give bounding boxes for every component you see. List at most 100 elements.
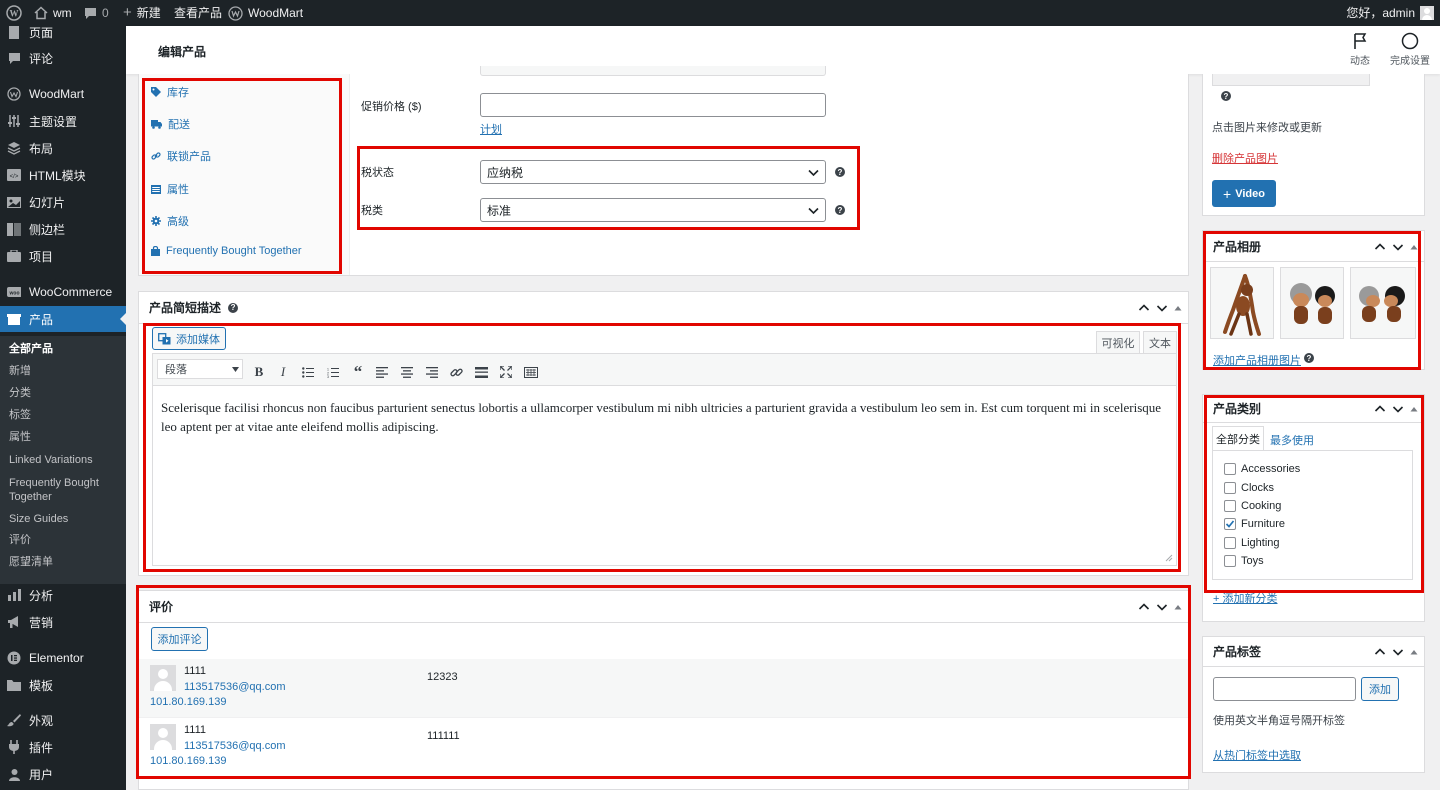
align-center-icon[interactable] — [399, 364, 415, 380]
tag-input[interactable] — [1213, 677, 1356, 701]
tab-advanced[interactable]: 高级 — [151, 213, 189, 229]
tax-status-help-icon[interactable]: ? — [835, 167, 845, 177]
collapse-toggle-icon[interactable] — [1174, 304, 1182, 312]
tab-inventory[interactable]: 库存 — [151, 84, 189, 100]
submenu-all-products[interactable]: 全部产品 — [9, 342, 121, 356]
remove-image-link[interactable]: 删除产品图片 — [1212, 150, 1278, 166]
submenu-reviews[interactable]: 评价 — [9, 533, 121, 547]
tab-attributes[interactable]: 属性 — [151, 181, 189, 197]
bold-icon[interactable]: B — [251, 364, 267, 380]
move-up-icon[interactable] — [1138, 302, 1150, 314]
tax-status-select[interactable]: 应纳税 — [480, 160, 826, 184]
menu-pages[interactable]: 页面 — [0, 26, 126, 45]
gallery-image-monkey[interactable] — [1210, 267, 1274, 339]
tab-most-used[interactable]: 最多使用 — [1270, 432, 1314, 448]
view-product-link[interactable]: 查看产品 — [174, 0, 222, 26]
help-icon[interactable]: ? — [228, 302, 239, 313]
move-down-icon[interactable] — [1392, 646, 1404, 658]
menu-marketing[interactable]: 营销 — [0, 609, 126, 635]
menu-comments[interactable]: 评论 — [0, 45, 126, 71]
wordpress-logo-icon[interactable]: W — [6, 0, 22, 26]
category-checkbox[interactable] — [1224, 500, 1236, 512]
editor-body[interactable]: Scelerisque facilisi rhoncus non faucibu… — [152, 386, 1177, 566]
menu-appearance[interactable]: 外观 — [0, 707, 126, 733]
menu-html-blocks[interactable]: </> HTML模块 — [0, 162, 126, 188]
submenu-attributes[interactable]: 属性 — [9, 430, 121, 444]
category-checkbox-checked[interactable] — [1224, 518, 1236, 530]
add-video-button[interactable]: + Video — [1212, 180, 1276, 207]
woodmart-link[interactable]: WoodMart — [228, 0, 303, 26]
activity-button[interactable]: 动态 — [1338, 32, 1382, 67]
align-left-icon[interactable] — [374, 364, 390, 380]
product-image-thumbnail[interactable] — [1212, 74, 1370, 86]
menu-woodmart[interactable]: WoodMart — [0, 81, 126, 107]
menu-products[interactable]: 产品 — [0, 306, 126, 332]
move-up-icon[interactable] — [1374, 403, 1386, 415]
add-media-button[interactable]: 添加媒体 — [152, 327, 226, 350]
gallery-image-figures-side[interactable] — [1350, 267, 1416, 339]
account-menu[interactable]: 您好，admin — [1346, 0, 1434, 26]
gallery-image-figures[interactable] — [1280, 267, 1344, 339]
help-icon[interactable]: ? — [1304, 353, 1314, 363]
category-checkbox[interactable] — [1224, 537, 1236, 549]
blockquote-icon[interactable]: “ — [350, 362, 366, 381]
submenu-linked-variations[interactable]: Linked Variations — [9, 453, 121, 467]
menu-templates[interactable]: 模板 — [0, 672, 126, 698]
move-up-icon[interactable] — [1138, 601, 1150, 613]
insert-link-icon[interactable] — [448, 364, 464, 380]
menu-woocommerce[interactable]: woo WooCommerce — [0, 279, 126, 305]
move-up-icon[interactable] — [1374, 646, 1386, 658]
tab-text[interactable]: 文本 — [1143, 331, 1177, 353]
italic-icon[interactable]: I — [275, 364, 291, 380]
review-ip-link[interactable]: 101.80.169.139 — [150, 696, 226, 708]
menu-theme-settings[interactable]: 主题设置 — [0, 108, 126, 134]
category-checkbox[interactable] — [1224, 463, 1236, 475]
review-ip-link[interactable]: 101.80.169.139 — [150, 755, 226, 767]
move-down-icon[interactable] — [1392, 403, 1404, 415]
tax-class-help-icon[interactable]: ? — [835, 205, 845, 215]
tab-shipping[interactable]: 配送 — [151, 116, 190, 132]
move-down-icon[interactable] — [1156, 601, 1168, 613]
align-right-icon[interactable] — [424, 364, 440, 380]
submenu-size-guides[interactable]: Size Guides — [9, 512, 121, 526]
fullscreen-icon[interactable] — [498, 364, 514, 380]
menu-slides[interactable]: 幻灯片 — [0, 189, 126, 215]
format-select[interactable]: 段落 — [157, 359, 243, 379]
collapse-toggle-icon[interactable] — [1410, 405, 1418, 413]
menu-plugins[interactable]: 插件 — [0, 734, 126, 760]
menu-layouts[interactable]: 布局 — [0, 135, 126, 161]
submenu-add-new[interactable]: 新增 — [9, 364, 121, 378]
tab-linked-products[interactable]: 联锁产品 — [151, 148, 211, 164]
finish-setup-button[interactable]: 完成设置 — [1384, 32, 1436, 67]
resize-handle-icon[interactable] — [1165, 554, 1173, 562]
toolbar-toggle-icon[interactable] — [523, 364, 539, 380]
menu-sidebars[interactable]: 侧边栏 — [0, 216, 126, 242]
collapse-toggle-icon[interactable] — [1174, 603, 1182, 611]
collapse-toggle-icon[interactable] — [1410, 648, 1418, 656]
bullet-list-icon[interactable] — [300, 364, 316, 380]
menu-users[interactable]: 用户 — [0, 761, 126, 787]
collapse-toggle-icon[interactable] — [1410, 243, 1418, 251]
tab-frequently-bought[interactable]: Frequently Bought Together — [151, 245, 302, 257]
category-checkbox[interactable] — [1224, 555, 1236, 567]
add-tag-button[interactable]: 添加 — [1361, 677, 1399, 701]
help-icon[interactable]: ? — [1221, 91, 1231, 101]
tax-class-select[interactable]: 标准 — [480, 198, 826, 222]
tab-all-categories[interactable]: 全部分类 — [1212, 426, 1264, 451]
choose-popular-tags-link[interactable]: 从热门标签中选取 — [1213, 747, 1301, 763]
submenu-wishlist[interactable]: 愿望清单 — [9, 555, 121, 569]
submenu-tags[interactable]: 标签 — [9, 408, 121, 422]
menu-portfolio[interactable]: 项目 — [0, 243, 126, 269]
category-checkbox[interactable] — [1224, 482, 1236, 494]
comments-link[interactable]: 0 — [84, 0, 109, 26]
submenu-categories[interactable]: 分类 — [9, 386, 121, 400]
read-more-icon[interactable] — [473, 364, 489, 380]
numbered-list-icon[interactable]: 123 — [325, 364, 341, 380]
move-down-icon[interactable] — [1392, 241, 1404, 253]
review-email-link[interactable]: 113517536@qq.com — [184, 681, 285, 693]
tab-visual[interactable]: 可视化 — [1096, 331, 1140, 353]
move-up-icon[interactable] — [1374, 241, 1386, 253]
review-email-link[interactable]: 113517536@qq.com — [184, 740, 285, 752]
new-content-link[interactable]: + 新建 — [123, 0, 161, 26]
add-review-button[interactable]: 添加评论 — [151, 627, 208, 651]
